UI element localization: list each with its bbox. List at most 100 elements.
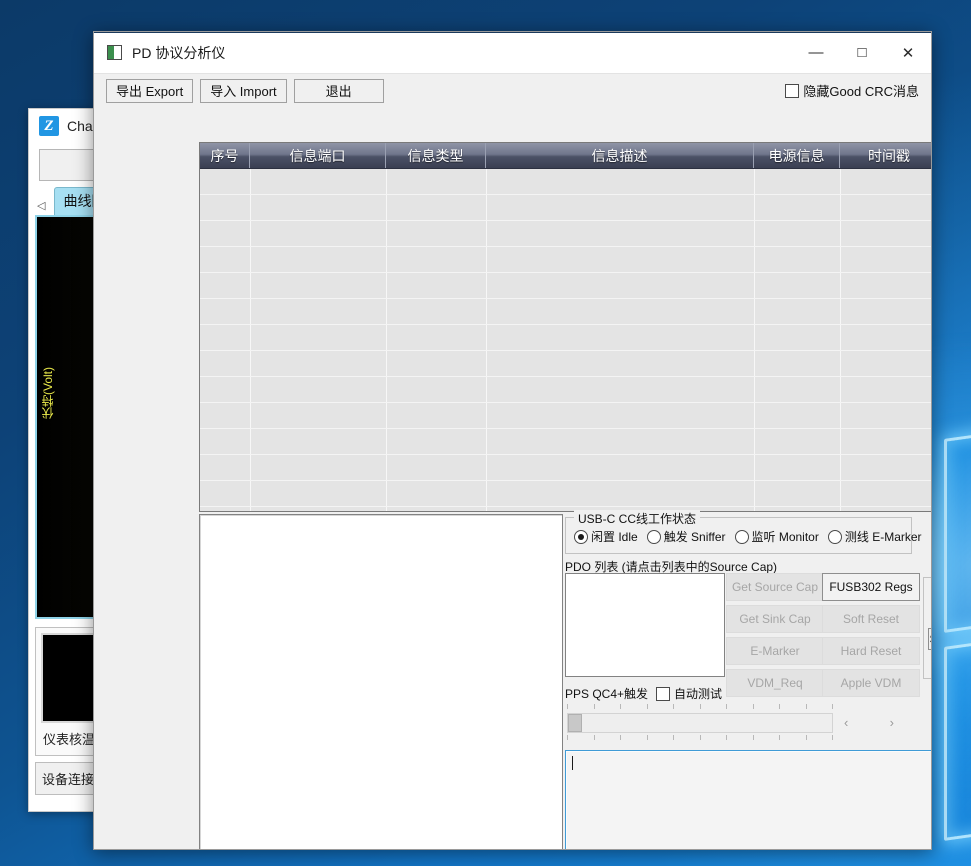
table-gridline [200,324,932,325]
table-gridline [200,272,932,273]
main-toolbar: 导出 Export 导入 Import 退出 隐藏Good CRC消息 [94,74,931,107]
slider-tick [700,704,701,709]
slider-stepper[interactable]: ‹ › [840,713,898,732]
slider-tick [806,735,807,740]
slider-tick [832,704,833,709]
slider-tick [594,735,595,740]
wallpaper-window-pane [944,625,971,841]
pps-label: PPS QC4+触发 [565,685,648,702]
send-vdm-button[interactable]: Send VDM [928,628,932,650]
cc-mode-radio[interactable]: 监听 Monitor [735,528,819,545]
cc-mode-radio[interactable]: 测线 E-Marker [828,528,922,545]
pps-voltage-slider[interactable] [565,704,835,740]
action-button: Get Source Cap [726,573,824,601]
slider-tick [567,735,568,740]
usb-c-cc-status-group: USB-C CC线工作状态 闲置 Idle触发 Sniffer监听 Monito… [565,517,912,554]
checkbox-icon[interactable] [785,84,799,98]
hide-good-crc-label: 隐藏Good CRC消息 [803,81,919,100]
table-gridline [200,454,932,455]
slider-tick [620,735,621,740]
detail-list-panel[interactable] [199,514,563,850]
app-icon [107,45,122,60]
slider-tick [647,735,648,740]
action-button: VDM_Req [726,669,824,697]
slider-ticks-bottom [567,735,833,740]
exit-button[interactable]: 退出 [294,79,384,103]
slider-tick [594,704,595,709]
action-button: Hard Reset [822,637,920,665]
slider-tick [753,735,754,740]
table-gridline [200,220,932,221]
message-table[interactable]: 序号信息端口信息类型信息描述电源信息时间戳Msg ID [199,142,932,512]
table-body[interactable] [200,169,932,512]
export-button[interactable]: 导出 Export [106,79,193,103]
action-button[interactable]: FUSB302 Regs [822,573,920,601]
slider-tick [700,735,701,740]
pdo-list[interactable] [565,573,725,677]
table-header-row: 序号信息端口信息类型信息描述电源信息时间戳Msg ID [200,143,932,169]
chart-y-axis-label: 伏特(Volt) [39,367,56,419]
slider-tick [779,735,780,740]
chevron-right-icon[interactable]: › [890,715,894,730]
tab-scroll-left-icon[interactable]: ◁ [35,199,51,215]
import-button[interactable]: 导入 Import [200,79,286,103]
table-gridline [200,246,932,247]
table-column-header[interactable]: 信息类型 [386,143,486,168]
minimize-button[interactable]: — [793,32,839,73]
hide-good-crc-checkbox[interactable]: 隐藏Good CRC消息 [785,81,919,100]
slider-tick [832,735,833,740]
cc-mode-radio[interactable]: 闲置 Idle [574,528,638,545]
log-textarea[interactable]: ▲ ▼ [565,750,932,850]
table-column-header[interactable]: 时间戳 [840,143,932,168]
window-titlebar[interactable]: PD 协议分析仪 — □ ✕ [94,32,931,74]
window-title: PD 协议分析仪 [132,43,225,63]
cc-mode-radio[interactable]: 触发 Sniffer [647,528,726,545]
slider-track[interactable] [567,713,833,733]
slider-tick [620,704,621,709]
chevron-left-icon[interactable]: ‹ [844,715,848,730]
wallpaper-window-pane [944,417,971,633]
table-gridline [200,506,932,507]
pps-trigger-row: PPS QC4+触发 自动测试 [565,685,722,702]
action-button: Soft Reset [822,605,920,633]
auto-test-checkbox[interactable]: 自动测试 [656,685,722,702]
slider-tick [673,704,674,709]
action-button: Get Sink Cap [726,605,824,633]
cc-mode-label: 触发 Sniffer [664,528,726,545]
slider-thumb[interactable] [568,714,582,732]
slider-tick [726,735,727,740]
app-logo-icon: Z [39,116,59,136]
slider-ticks-top [567,704,833,709]
table-column-header[interactable]: 序号 [200,143,250,168]
table-column-header[interactable]: 信息描述 [486,143,754,168]
table-column-header[interactable]: 电源信息 [754,143,840,168]
cc-mode-radio-group[interactable]: 闲置 Idle 触发 Sniffer 监听 Monitor 测线 E-Marker [574,528,922,545]
radio-icon[interactable] [647,530,661,544]
cc-mode-label: 测线 E-Marker [845,528,922,545]
table-gridline [200,298,932,299]
slider-tick [647,704,648,709]
slider-tick [567,704,568,709]
slider-tick [726,704,727,709]
radio-icon[interactable] [828,530,842,544]
table-gridline [200,480,932,481]
slider-tick [779,704,780,709]
text-cursor [572,756,573,770]
table-gridline [200,428,932,429]
maximize-button[interactable]: □ [839,32,885,73]
action-button: Apple VDM [822,669,920,697]
radio-icon[interactable] [574,530,588,544]
slider-tick [806,704,807,709]
checkbox-icon[interactable] [656,687,670,701]
usb-c-cc-status-title: USB-C CC线工作状态 [574,510,700,527]
close-button[interactable]: ✕ [885,32,931,73]
window-controls: — □ ✕ [793,32,931,73]
table-gridline [200,194,932,195]
cc-mode-label: 闲置 Idle [591,528,638,545]
table-gridline [200,376,932,377]
slider-tick [753,704,754,709]
cc-mode-label: 监听 Monitor [752,528,819,545]
radio-icon[interactable] [735,530,749,544]
pd-analyzer-window[interactable]: PD 协议分析仪 — □ ✕ 导出 Export 导入 Import 退出 隐藏… [93,31,932,850]
table-column-header[interactable]: 信息端口 [250,143,386,168]
